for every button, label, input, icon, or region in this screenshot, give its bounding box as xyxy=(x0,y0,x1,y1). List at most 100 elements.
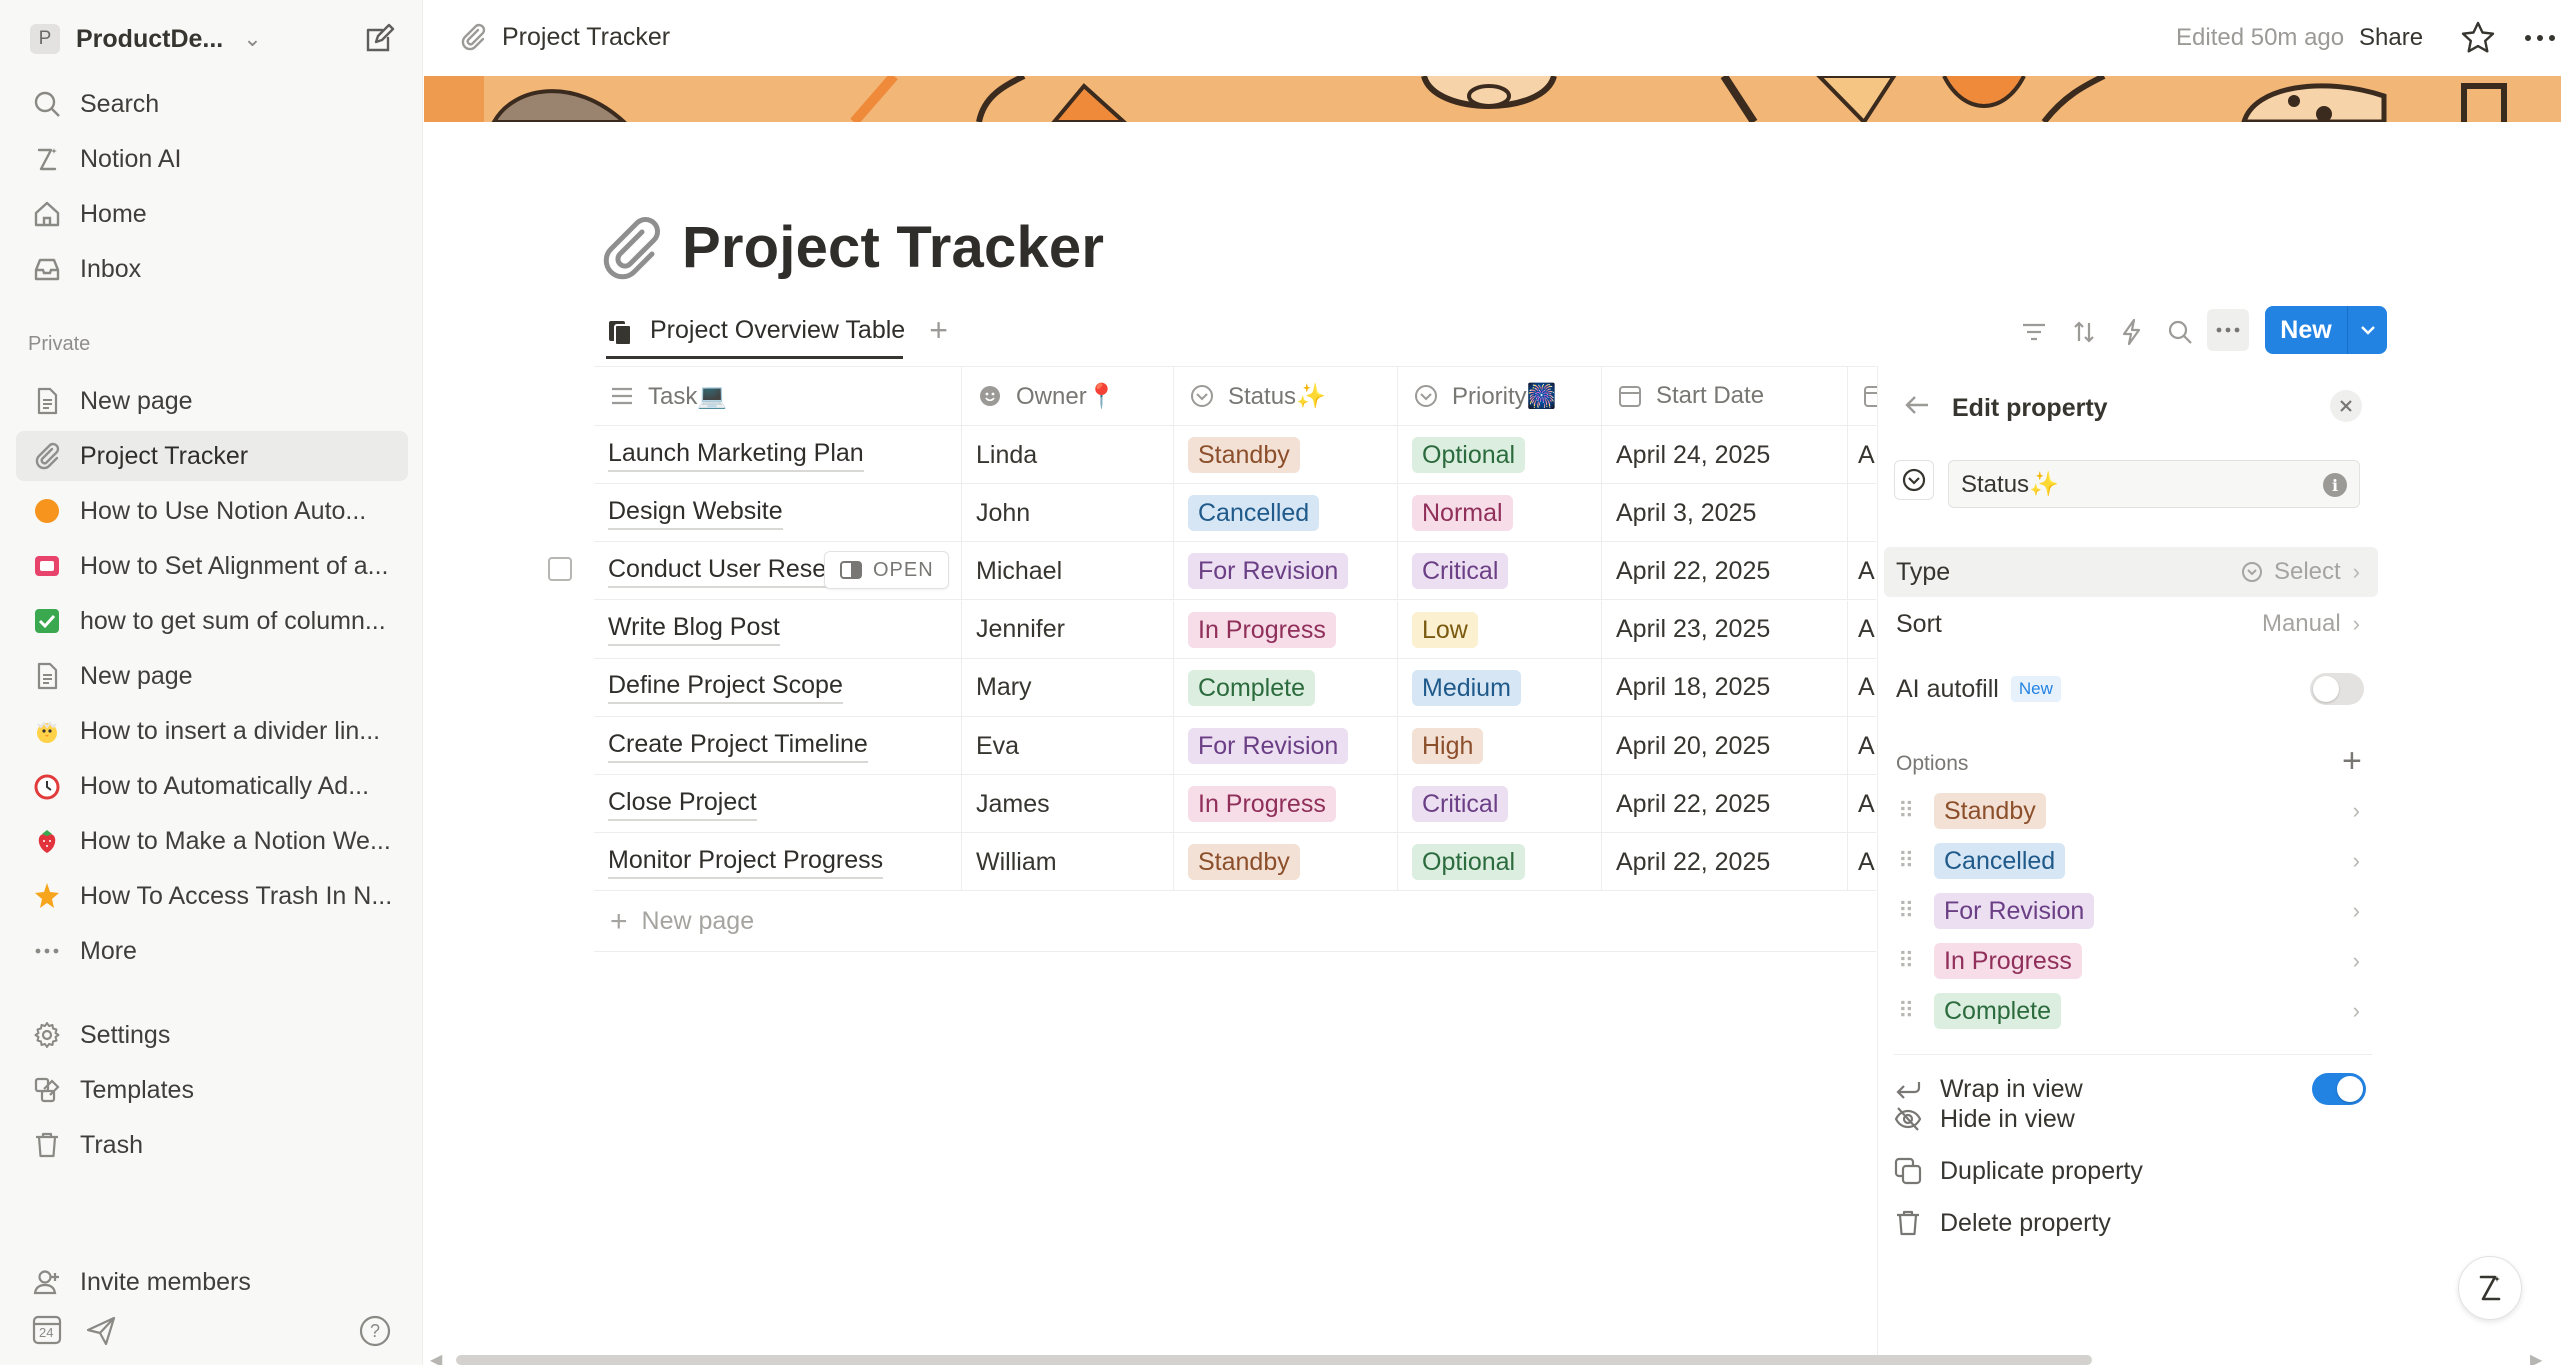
column-header[interactable]: Start Date xyxy=(1602,367,1848,425)
sidebar-item-how-to-automatically-ad[interactable]: How to Automatically Ad... xyxy=(16,761,408,811)
favorite-star-icon[interactable] xyxy=(2458,18,2498,58)
workspace-switcher[interactable]: P ProductDe... ⌄ xyxy=(30,22,262,56)
page-cover-image[interactable] xyxy=(424,76,2561,122)
sidebar-item-how-to-get-sum-of-column[interactable]: how to get sum of column... xyxy=(16,596,408,646)
ai-autofill-row[interactable]: AI autofill New xyxy=(1884,664,2378,714)
wrap-toggle[interactable] xyxy=(2312,1073,2366,1105)
start-date-cell[interactable]: April 24, 2025 xyxy=(1602,426,1848,484)
property-type-icon[interactable] xyxy=(1894,460,1934,500)
new-record-button[interactable]: New xyxy=(2265,306,2387,354)
paperclip-page-icon[interactable] xyxy=(596,212,666,282)
end-date-cell[interactable]: Ap xyxy=(1848,833,1876,891)
task-name[interactable]: Write Blog Post xyxy=(608,613,780,647)
select-pill[interactable]: Critical xyxy=(1412,786,1509,823)
end-date-cell[interactable]: Ap xyxy=(1848,717,1876,775)
table-row[interactable]: Conduct User Resea Michael For Revision Cri… xyxy=(594,542,1876,601)
owner-cell[interactable]: Jennifer xyxy=(962,600,1174,659)
task-cell[interactable]: Define Project Scope xyxy=(594,658,962,717)
task-name[interactable]: Define Project Scope xyxy=(608,671,843,705)
sidebar-item-how-to-make-a-notion-we[interactable]: How to Make a Notion We... xyxy=(16,816,408,866)
select-pill[interactable]: Standby xyxy=(1188,844,1300,881)
sidebar-item-templates[interactable]: Templates xyxy=(16,1065,408,1115)
task-name[interactable]: Monitor Project Progress xyxy=(608,846,884,879)
select-pill[interactable]: Normal xyxy=(1412,495,1513,532)
column-header[interactable]: Priority🎆 xyxy=(1398,367,1602,425)
table-row[interactable]: Launch Marketing Plan Linda Standby Optiona… xyxy=(594,426,1876,484)
option-row[interactable]: ⠿ For Revision › xyxy=(1884,886,2378,936)
sidebar-item-home[interactable]: Home xyxy=(16,189,408,239)
table-row[interactable]: Monitor Project Progress William Standby Op… xyxy=(594,833,1876,892)
select-pill[interactable]: Standby xyxy=(1188,437,1300,473)
task-cell[interactable]: Monitor Project Progress xyxy=(594,833,962,892)
owner-cell[interactable]: Mary xyxy=(962,658,1174,717)
status-cell[interactable]: Complete xyxy=(1174,658,1398,717)
row-select-checkbox[interactable] xyxy=(548,557,572,581)
start-date-cell[interactable]: April 3, 2025 xyxy=(1602,484,1848,543)
view-tab[interactable]: Project Overview Table + xyxy=(606,312,948,349)
sidebar-item-trash[interactable]: Trash xyxy=(16,1120,408,1170)
page-title[interactable]: Project Tracker xyxy=(682,214,1104,281)
select-pill[interactable]: Critical xyxy=(1412,553,1509,590)
invite-members-button[interactable]: Invite members xyxy=(16,1257,408,1307)
start-date-cell[interactable]: April 20, 2025 xyxy=(1602,717,1848,775)
chevron-down-icon[interactable] xyxy=(2348,324,2387,336)
priority-cell[interactable]: High xyxy=(1398,717,1602,775)
end-date-cell[interactable] xyxy=(1848,484,1876,542)
task-name[interactable]: Close Project xyxy=(608,788,757,821)
priority-cell[interactable]: Optional xyxy=(1398,833,1602,892)
option-row[interactable]: ⠿ Standby › xyxy=(1884,786,2378,836)
owner-cell[interactable]: Eva xyxy=(962,717,1174,775)
sidebar-item-more[interactable]: More xyxy=(16,926,408,976)
sidebar-item-how-to-set-alignment-of-a[interactable]: How to Set Alignment of a... xyxy=(16,541,408,591)
notion-ai-fab-icon[interactable] xyxy=(2458,1256,2522,1320)
hide-in-view-action[interactable]: Hide in view xyxy=(1892,1094,2075,1144)
select-pill[interactable]: For Revision xyxy=(1188,553,1349,590)
delete-property-action[interactable]: Delete property xyxy=(1892,1198,2111,1248)
help-icon[interactable]: ? xyxy=(358,1314,392,1348)
column-header[interactable]: Task💻 xyxy=(594,367,962,425)
select-pill[interactable]: Cancelled xyxy=(1188,495,1320,532)
open-row-button[interactable]: OPEN xyxy=(824,551,949,590)
sidebar-item-how-to-use-notion-auto[interactable]: How to Use Notion Auto... xyxy=(16,486,408,536)
select-pill[interactable]: For Revision xyxy=(1188,728,1349,764)
sidebar-item-new-page[interactable]: New page xyxy=(16,376,408,426)
chevron-right-icon[interactable]: › xyxy=(2353,798,2360,824)
add-option-button[interactable]: + xyxy=(2342,742,2362,781)
start-date-cell[interactable]: April 22, 2025 xyxy=(1602,833,1848,892)
drag-handle-icon[interactable]: ⠿ xyxy=(1898,798,1914,824)
owner-cell[interactable]: Michael xyxy=(962,542,1174,601)
option-pill[interactable]: Standby xyxy=(1934,793,2046,829)
automation-bolt-icon[interactable] xyxy=(2114,314,2150,350)
horizontal-scrollbar[interactable] xyxy=(456,1355,2092,1365)
option-row[interactable]: ⠿ Complete › xyxy=(1884,986,2378,1036)
end-date-cell[interactable]: Ap xyxy=(1848,659,1876,717)
status-cell[interactable]: Standby xyxy=(1174,426,1398,484)
task-name[interactable]: Design Website xyxy=(608,497,783,530)
column-header[interactable]: Owner📍 xyxy=(962,367,1174,425)
drag-handle-icon[interactable]: ⠿ xyxy=(1898,998,1914,1024)
task-cell[interactable]: Design Website xyxy=(594,484,962,543)
close-icon[interactable] xyxy=(2330,390,2362,422)
info-icon[interactable]: i xyxy=(2323,473,2347,497)
new-page-compose-icon[interactable] xyxy=(362,22,396,56)
task-cell[interactable]: Write Blog Post xyxy=(594,600,962,659)
chevron-right-icon[interactable]: › xyxy=(2353,898,2360,924)
search-table-icon[interactable] xyxy=(2162,314,2198,350)
owner-cell[interactable]: Linda xyxy=(962,426,1174,484)
share-button[interactable]: Share xyxy=(2359,24,2423,52)
start-date-cell[interactable]: April 22, 2025 xyxy=(1602,542,1848,601)
select-pill[interactable]: Optional xyxy=(1412,437,1526,473)
start-date-cell[interactable]: April 22, 2025 xyxy=(1602,775,1848,834)
sidebar-item-notion-ai[interactable]: Notion AI xyxy=(16,134,408,184)
status-cell[interactable]: For Revision xyxy=(1174,542,1398,601)
chevron-right-icon[interactable]: › xyxy=(2353,948,2360,974)
task-cell[interactable]: Close Project xyxy=(594,775,962,834)
drag-handle-icon[interactable]: ⠿ xyxy=(1898,898,1914,924)
table-row[interactable]: Define Project Scope Mary Complete Medium Ap… xyxy=(594,658,1876,717)
add-view-button[interactable]: + xyxy=(929,312,948,349)
select-pill[interactable]: High xyxy=(1412,728,1484,764)
end-date-cell[interactable]: Ap xyxy=(1848,426,1876,484)
option-pill[interactable]: In Progress xyxy=(1934,943,2082,979)
task-cell[interactable]: Create Project Timeline xyxy=(594,717,962,775)
sidebar-item-how-to-access-trash-in-n[interactable]: How To Access Trash In N... xyxy=(16,871,408,921)
